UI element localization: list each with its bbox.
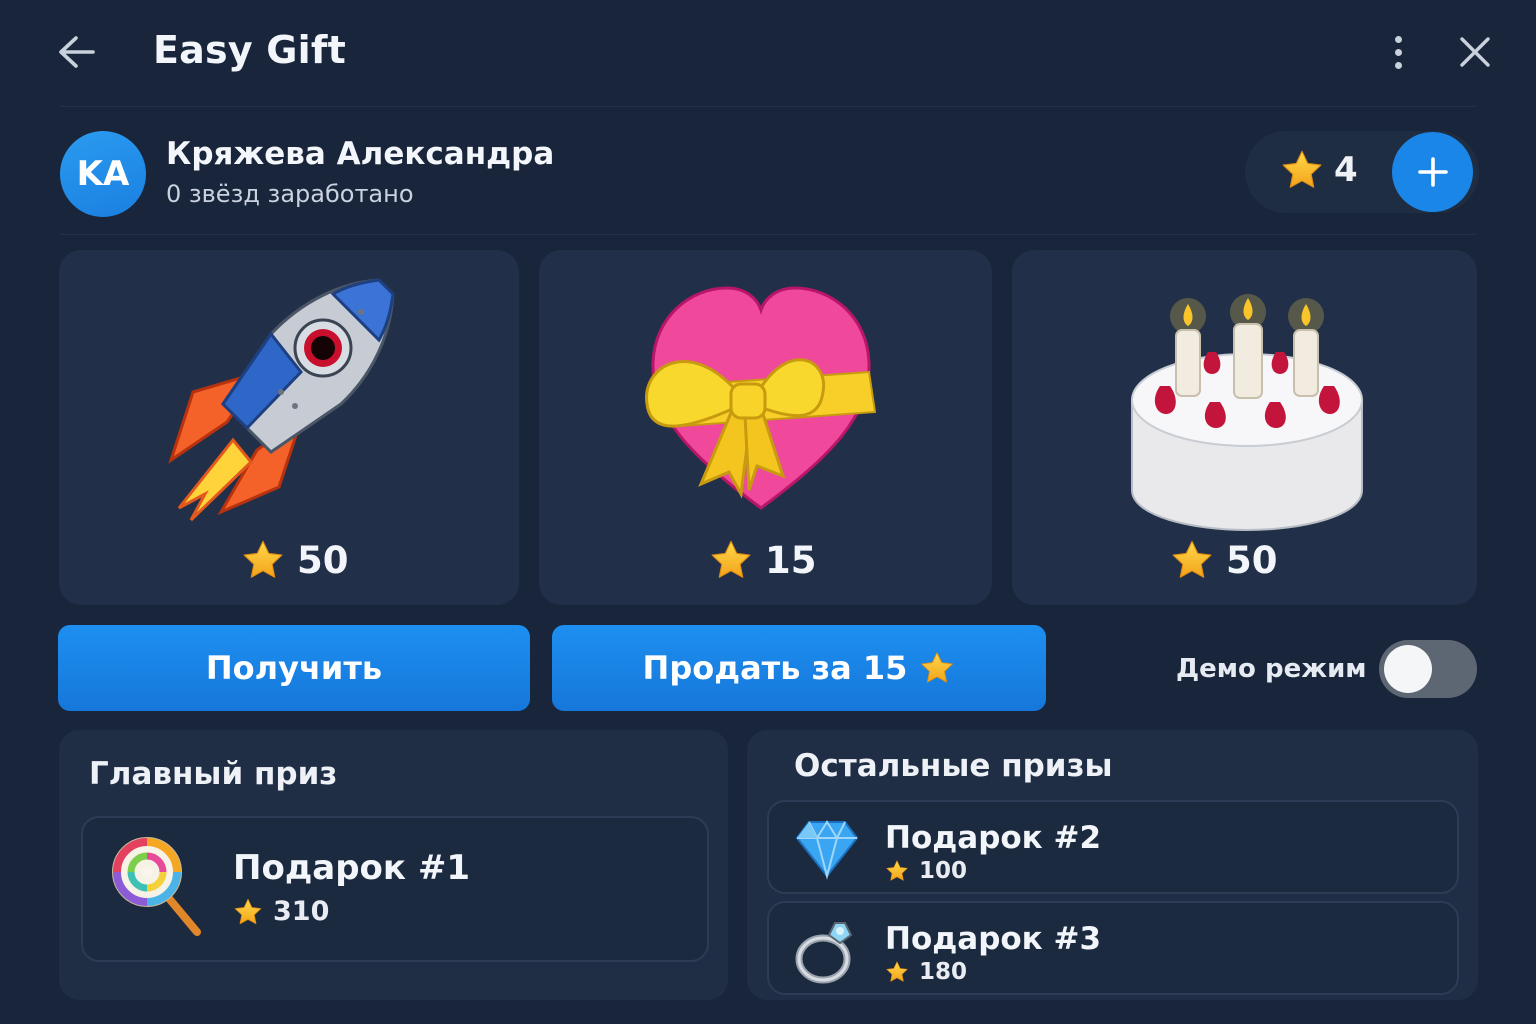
birthday-cake-icon [1131, 294, 1363, 532]
toggle-knob [1384, 645, 1432, 693]
demo-mode-label: Демо режим [1176, 654, 1367, 684]
gift-price: 15 [709, 538, 817, 582]
balance-value: 4 [1334, 150, 1358, 190]
header-divider [60, 106, 1476, 107]
get-button[interactable]: Получить [58, 625, 530, 711]
close-button[interactable] [1452, 30, 1498, 74]
star-icon [885, 859, 909, 883]
other-prizes-panel: Остальные призы Подарок #2 100 Подарок #… [747, 730, 1478, 1000]
demo-mode-toggle[interactable] [1379, 640, 1477, 698]
star-icon [709, 538, 753, 582]
other-prizes-title: Остальные призы [794, 748, 1113, 784]
prize-price-value: 180 [919, 959, 968, 985]
get-button-label: Получить [205, 649, 383, 687]
prize-item-3[interactable]: Подарок #3 180 [767, 901, 1459, 995]
prize-item-2[interactable]: Подарок #2 100 [767, 800, 1459, 894]
kebab-menu-icon [1394, 35, 1402, 43]
add-stars-button[interactable] [1392, 132, 1473, 212]
prize-price: 180 [885, 959, 967, 985]
gift-price: 50 [241, 538, 349, 582]
prize-name: Подарок #2 [885, 820, 1102, 856]
gift-price-value: 50 [1226, 538, 1278, 582]
star-icon [1280, 148, 1324, 192]
gem-icon [795, 820, 859, 880]
gift-card-cake[interactable]: 50 [1012, 250, 1477, 605]
star-icon [241, 538, 285, 582]
prize-price: 100 [885, 858, 967, 884]
sell-button-label: Продать за 15 [642, 649, 908, 687]
prize-price-value: 100 [919, 858, 968, 884]
main-prize-name: Подарок #1 [233, 848, 470, 888]
main-prize-price: 310 [233, 896, 329, 927]
heart-with-ribbon-icon [645, 286, 877, 510]
gift-card-rocket[interactable]: 50 [59, 250, 519, 605]
star-icon [885, 960, 909, 984]
star-icon [1170, 538, 1214, 582]
gift-price-value: 15 [765, 538, 817, 582]
back-button[interactable] [52, 30, 100, 74]
main-prize-panel: Главный приз Подарок #1 310 [59, 730, 728, 1000]
star-icon [233, 897, 263, 927]
plus-icon [1417, 157, 1448, 187]
main-prize-item[interactable]: Подарок #1 310 [81, 816, 709, 962]
gift-price-value: 50 [297, 538, 349, 582]
gift-card-heart[interactable]: 15 [539, 250, 992, 605]
sell-button[interactable]: Продать за 15 [552, 625, 1046, 711]
lollipop-icon [112, 837, 201, 936]
close-icon [1460, 37, 1490, 67]
prize-name: Подарок #3 [885, 921, 1102, 957]
stars-earned-text: 0 звёзд заработано [166, 180, 414, 208]
star-icon [919, 650, 955, 686]
ring-icon [795, 922, 853, 984]
user-divider [60, 234, 1476, 235]
arrow-left-icon [59, 36, 95, 68]
rocket-icon [168, 278, 395, 522]
gift-price: 50 [1170, 538, 1278, 582]
main-prize-price-value: 310 [273, 896, 330, 927]
page-title: Easy Gift [153, 28, 346, 72]
main-prize-title: Главный приз [89, 756, 338, 792]
avatar: KA [60, 131, 146, 217]
more-menu-button[interactable] [1384, 30, 1412, 74]
user-name: Кряжева Александра [166, 136, 555, 172]
